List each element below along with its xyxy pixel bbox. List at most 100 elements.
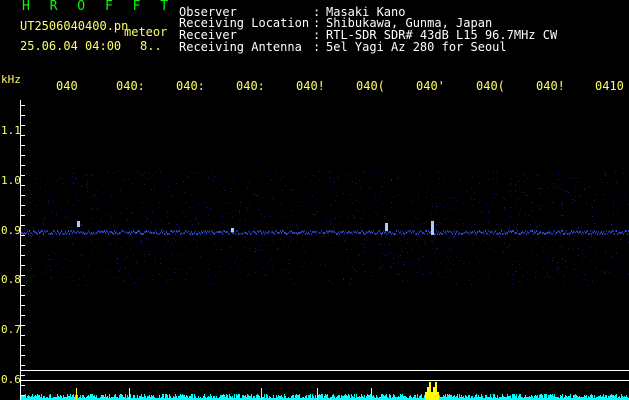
carrier-band-segment [500,233,501,235]
noise-speck [45,267,46,268]
noise-speck [315,215,316,216]
noise-speck [503,230,504,231]
noise-speck [341,223,342,224]
noise-speck [44,284,45,285]
noise-speck [572,202,573,203]
carrier-band-segment [555,233,556,235]
noise-speck [562,205,563,206]
noise-speck [214,176,215,177]
carrier-band-segment [389,231,390,233]
noise-speck [573,284,574,285]
carrier-band-segment [147,231,148,233]
noise-speck [393,196,394,197]
noise-speck [208,220,209,221]
carrier-band-segment [118,233,119,235]
noise-speck [108,172,109,173]
carrier-band-segment [552,233,553,235]
noise-speck [464,284,465,285]
noise-speck [21,241,22,242]
noise-speck [572,258,573,259]
noise-speck [80,224,81,225]
noise-speck [51,211,52,212]
activity-bar [590,395,591,400]
activity-bar [366,396,367,400]
noise-speck [31,194,32,195]
carrier-band-segment [304,230,305,232]
carrier-band-segment [357,230,358,232]
noise-speck [208,183,209,184]
carrier-band-segment [578,232,579,234]
carrier-band-segment [325,232,326,234]
noise-speck [409,237,410,238]
noise-speck [533,260,534,261]
carrier-band-segment [219,231,220,233]
carrier-band-segment [379,230,380,232]
noise-speck [539,225,540,226]
carrier-band-segment [407,231,408,233]
carrier-band-segment [69,233,70,235]
carrier-band-segment [383,230,384,232]
noise-speck [542,252,543,253]
noise-speck [456,223,457,224]
noise-speck [547,264,548,265]
noise-speck [262,281,263,282]
noise-speck [384,182,385,183]
noise-speck [170,205,171,206]
noise-speck [438,171,439,172]
noise-speck [346,238,347,239]
noise-speck [421,269,422,270]
carrier-band-segment [235,233,236,235]
carrier-band-segment [447,230,448,232]
carrier-band-segment [227,231,228,233]
noise-speck [210,284,211,285]
noise-speck [265,274,266,275]
noise-speck [125,268,126,269]
activity-bar [481,394,482,400]
carrier-band-segment [159,233,160,235]
carrier-band-segment [110,231,111,233]
noise-speck [469,268,470,269]
noise-speck [238,279,239,280]
carrier-band-segment [534,231,535,233]
noise-speck [245,220,246,221]
noise-speck [447,270,448,271]
y-tick-mark [21,115,25,116]
noise-speck [213,204,214,205]
carrier-band-segment [317,230,318,232]
carrier-band-segment [594,230,595,232]
noise-speck [356,200,357,201]
activity-bar [166,394,167,400]
activity-bar [561,396,562,400]
noise-speck [143,270,144,271]
carrier-band-segment [595,232,596,234]
carrier-band-segment [323,232,324,234]
noise-speck [272,201,273,202]
noise-speck [362,171,363,172]
noise-speck [285,258,286,259]
noise-speck [282,245,283,246]
carrier-band-segment [60,232,61,234]
activity-bar [308,395,309,400]
meteor-echo [231,228,234,232]
noise-speck [525,195,526,196]
noise-speck [229,272,230,273]
activity-bar [243,395,244,400]
noise-speck [304,171,305,172]
activity-bar [368,395,369,400]
noise-speck [91,174,92,175]
noise-speck [171,242,172,243]
noise-speck [437,265,438,266]
spectrogram-plot[interactable] [21,101,629,400]
carrier-band-segment [153,232,154,234]
noise-speck [331,251,332,252]
carrier-band-segment [157,233,158,235]
noise-speck [374,198,375,199]
noise-speck [312,195,313,196]
noise-speck [578,248,579,249]
noise-speck [445,267,446,268]
noise-speck [86,213,87,214]
noise-speck [87,183,88,184]
noise-speck [31,268,32,269]
noise-speck [439,222,440,223]
activity-bar [503,396,504,400]
